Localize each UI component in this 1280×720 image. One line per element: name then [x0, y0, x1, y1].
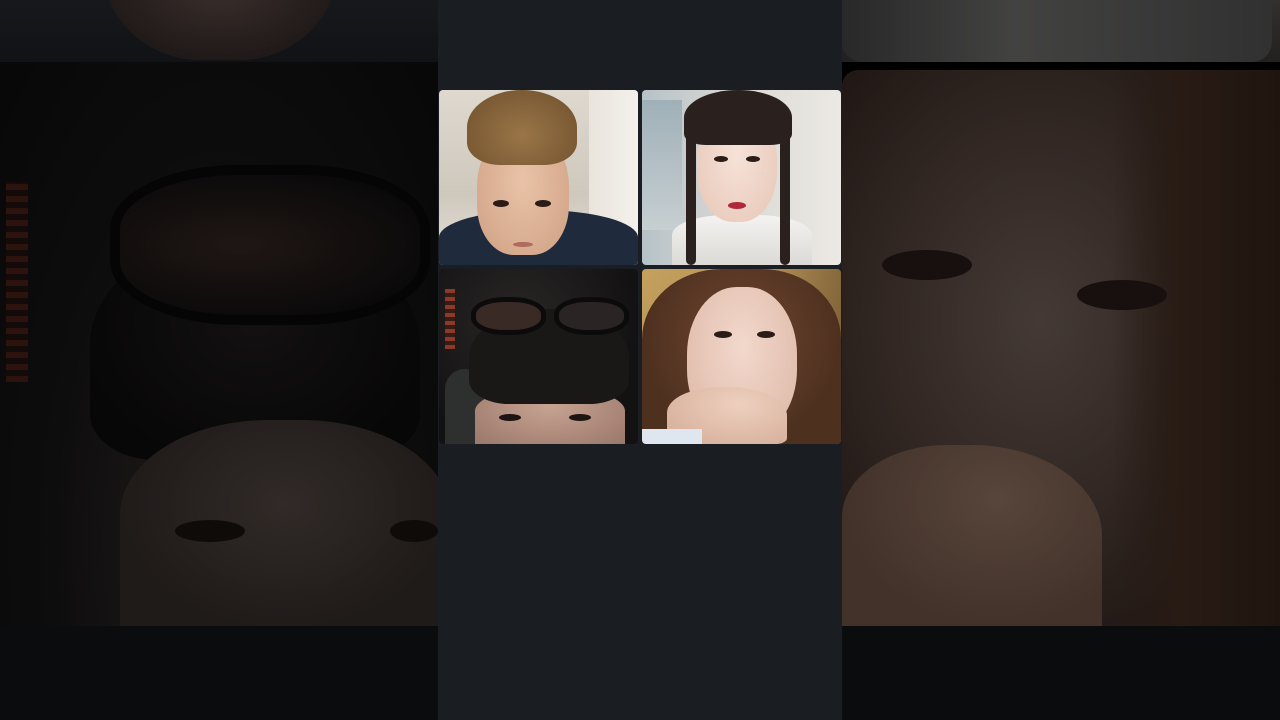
participant-tile-top-right[interactable]	[642, 90, 841, 265]
eye-left	[499, 414, 521, 421]
braid-left	[686, 130, 696, 265]
backdrop-dim-overlay	[0, 0, 438, 720]
backdrop-bottom-bar	[842, 626, 1280, 720]
backdrop-dim-overlay	[842, 0, 1280, 720]
eye-right	[757, 331, 775, 338]
shelf-background	[642, 100, 682, 230]
participant-grid	[438, 90, 842, 444]
background-light	[445, 289, 455, 349]
eye-right	[535, 200, 551, 207]
braid-right	[780, 130, 790, 265]
backdrop-bottom-bar	[0, 626, 438, 720]
sunglasses-lens-left	[471, 297, 546, 335]
video-call-screen	[438, 0, 842, 720]
participant-tile-bottom-left[interactable]	[439, 269, 638, 444]
hair	[467, 90, 577, 165]
participant-tile-bottom-right[interactable]	[642, 269, 841, 444]
eye-right	[746, 156, 760, 162]
eye-right	[569, 414, 591, 421]
eye-left	[714, 156, 728, 162]
left-blurred-backdrop	[0, 0, 438, 720]
hair	[684, 90, 792, 145]
lips	[728, 202, 746, 209]
eye-left	[493, 200, 509, 207]
participant-tile-top-left[interactable]	[439, 90, 638, 265]
right-blurred-backdrop	[842, 0, 1280, 720]
mouth	[513, 242, 533, 247]
eye-left	[714, 331, 732, 338]
shirt	[642, 429, 702, 444]
sunglasses-lens-right	[554, 297, 629, 335]
